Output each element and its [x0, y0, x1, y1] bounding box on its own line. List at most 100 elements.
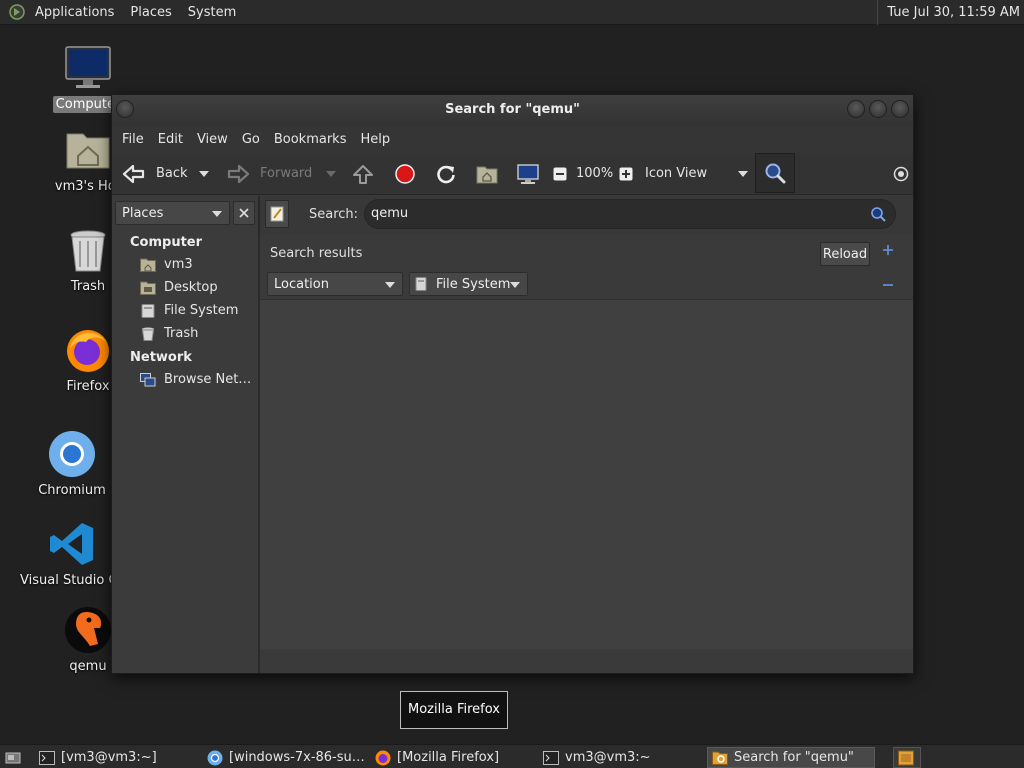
- task-terminal-1[interactable]: [vm3@vm3:~]: [35, 747, 201, 768]
- zoom-out-icon: [553, 167, 567, 180]
- window-menu-button[interactable]: [116, 100, 134, 118]
- forward-arrow-icon: [227, 164, 250, 183]
- task-label: [windows-7x-86-su…: [229, 750, 365, 765]
- forward-history-dropdown[interactable]: [325, 153, 337, 195]
- show-desktop-button[interactable]: [2, 747, 24, 768]
- tooltip: Mozilla Firefox: [400, 691, 508, 729]
- spinner-icon: [893, 166, 909, 181]
- places-menu[interactable]: Places: [122, 0, 179, 25]
- menu-bookmarks[interactable]: Bookmarks: [267, 132, 354, 147]
- sidebar-section-computer: Computer: [130, 235, 203, 250]
- search-results-title: Search results: [270, 246, 363, 261]
- up-button[interactable]: [352, 153, 374, 195]
- home-folder-icon: [476, 166, 498, 183]
- file-manager-window[interactable]: Search for "qemu" File Edit View Go Book…: [111, 94, 914, 674]
- sidebar: Places Computer vm3 Desktop File System: [112, 196, 260, 673]
- location-toggle-button[interactable]: [265, 200, 289, 228]
- sidebar-item-browse-network[interactable]: Browse Net…: [112, 368, 258, 391]
- toolbar: Back Forward 100% Icon View: [112, 153, 913, 195]
- system-menu[interactable]: System: [180, 0, 244, 25]
- sidebar-item-file-system[interactable]: File System: [112, 299, 258, 322]
- bottom-panel: [vm3@vm3:~] [windows-7x-86-su… [Mozilla …: [0, 744, 1024, 768]
- task-firefox[interactable]: [Mozilla Firefox]: [371, 747, 537, 768]
- distro-logo-icon: [9, 4, 25, 20]
- reload-button[interactable]: [435, 153, 457, 195]
- task-file-search[interactable]: Search for "qemu": [707, 747, 875, 768]
- back-history-dropdown[interactable]: [198, 153, 210, 195]
- minimize-button[interactable]: [847, 100, 865, 118]
- sidebar-section-network: Network: [130, 350, 192, 365]
- reload-icon: [437, 165, 455, 183]
- applications-menu[interactable]: Applications: [27, 0, 122, 25]
- workspace-switcher[interactable]: [893, 747, 921, 768]
- add-criterion-button[interactable]: [881, 243, 895, 257]
- window-content: Places Computer vm3 Desktop File System: [112, 196, 913, 673]
- menu-file[interactable]: File: [115, 132, 151, 147]
- drive-icon: [415, 277, 427, 291]
- back-button[interactable]: Back: [122, 153, 188, 195]
- menu-view[interactable]: View: [190, 132, 235, 147]
- menu-help[interactable]: Help: [353, 132, 397, 147]
- status-bar: [260, 649, 913, 673]
- zoom-out-button[interactable]: [553, 153, 567, 195]
- chevron-down-icon: [738, 170, 748, 177]
- stop-button[interactable]: [394, 153, 416, 195]
- home-button[interactable]: [476, 153, 498, 195]
- chromium-icon: [49, 431, 95, 477]
- firefox-icon: [67, 330, 109, 372]
- criterion-value-label: File System: [436, 276, 511, 292]
- results-view[interactable]: [260, 300, 913, 649]
- zoom-in-button[interactable]: [619, 153, 633, 195]
- terminal-icon: [543, 750, 559, 765]
- window-title: Search for "qemu": [445, 102, 580, 117]
- back-label: Back: [156, 166, 188, 181]
- sidebar-item-label: Trash: [164, 326, 199, 341]
- task-terminal-2[interactable]: vm3@vm3:~: [539, 747, 705, 768]
- sidebar-item-trash[interactable]: Trash: [112, 322, 258, 345]
- desktop-icon-label: Firefox: [66, 379, 110, 394]
- search-icon: [765, 163, 786, 184]
- zoom-level[interactable]: 100%: [576, 153, 613, 195]
- sidebar-item-label: Browse Net…: [164, 372, 252, 387]
- sidebar-header: Places: [112, 196, 258, 230]
- qemu-icon: [65, 607, 111, 653]
- criterion-type-select[interactable]: Location: [267, 272, 403, 296]
- forward-button[interactable]: Forward: [226, 153, 312, 195]
- desktop-icon-label: Trash: [70, 279, 106, 294]
- sidebar-type-label: Places: [122, 205, 164, 221]
- close-button[interactable]: [891, 100, 909, 118]
- computer-button[interactable]: [517, 153, 539, 195]
- chevron-down-icon: [385, 282, 395, 288]
- title-bar[interactable]: Search for "qemu": [112, 95, 913, 125]
- task-chromium[interactable]: [windows-7x-86-su…: [203, 747, 369, 768]
- search-input[interactable]: qemu: [364, 199, 896, 229]
- menu-edit[interactable]: Edit: [151, 132, 190, 147]
- home-folder-icon: [140, 258, 156, 272]
- sidebar-item-vm3[interactable]: vm3: [112, 253, 258, 276]
- sidebar-item-label: vm3: [164, 257, 193, 272]
- clock[interactable]: Tue Jul 30, 11:59 AM: [877, 0, 1020, 25]
- remove-criterion-button[interactable]: [881, 278, 895, 292]
- sidebar-item-desktop[interactable]: Desktop: [112, 276, 258, 299]
- plus-icon: [883, 245, 893, 255]
- chevron-down-icon: [199, 170, 209, 177]
- task-label: [vm3@vm3:~]: [61, 750, 157, 765]
- view-mode-select[interactable]: Icon View: [645, 153, 749, 195]
- vscode-icon: [50, 523, 93, 565]
- criterion-value-select[interactable]: File System: [409, 272, 528, 296]
- task-label: vm3@vm3:~: [565, 750, 651, 765]
- reload-search-button[interactable]: Reload: [820, 242, 870, 266]
- trash-icon: [70, 230, 106, 272]
- stop-icon: [395, 163, 415, 184]
- sidebar-type-select[interactable]: Places: [115, 201, 231, 225]
- task-label: Search for "qemu": [734, 750, 854, 765]
- chromium-icon: [207, 750, 223, 765]
- main-pane: Search: qemu Search results Reload Locat…: [260, 196, 913, 673]
- reload-label: Reload: [822, 246, 868, 262]
- chevron-down-icon: [510, 282, 520, 288]
- drive-icon: [141, 303, 155, 318]
- close-sidebar-button[interactable]: [233, 201, 255, 225]
- maximize-button[interactable]: [869, 100, 887, 118]
- menu-go[interactable]: Go: [235, 132, 267, 147]
- search-toggle-button[interactable]: [755, 153, 795, 193]
